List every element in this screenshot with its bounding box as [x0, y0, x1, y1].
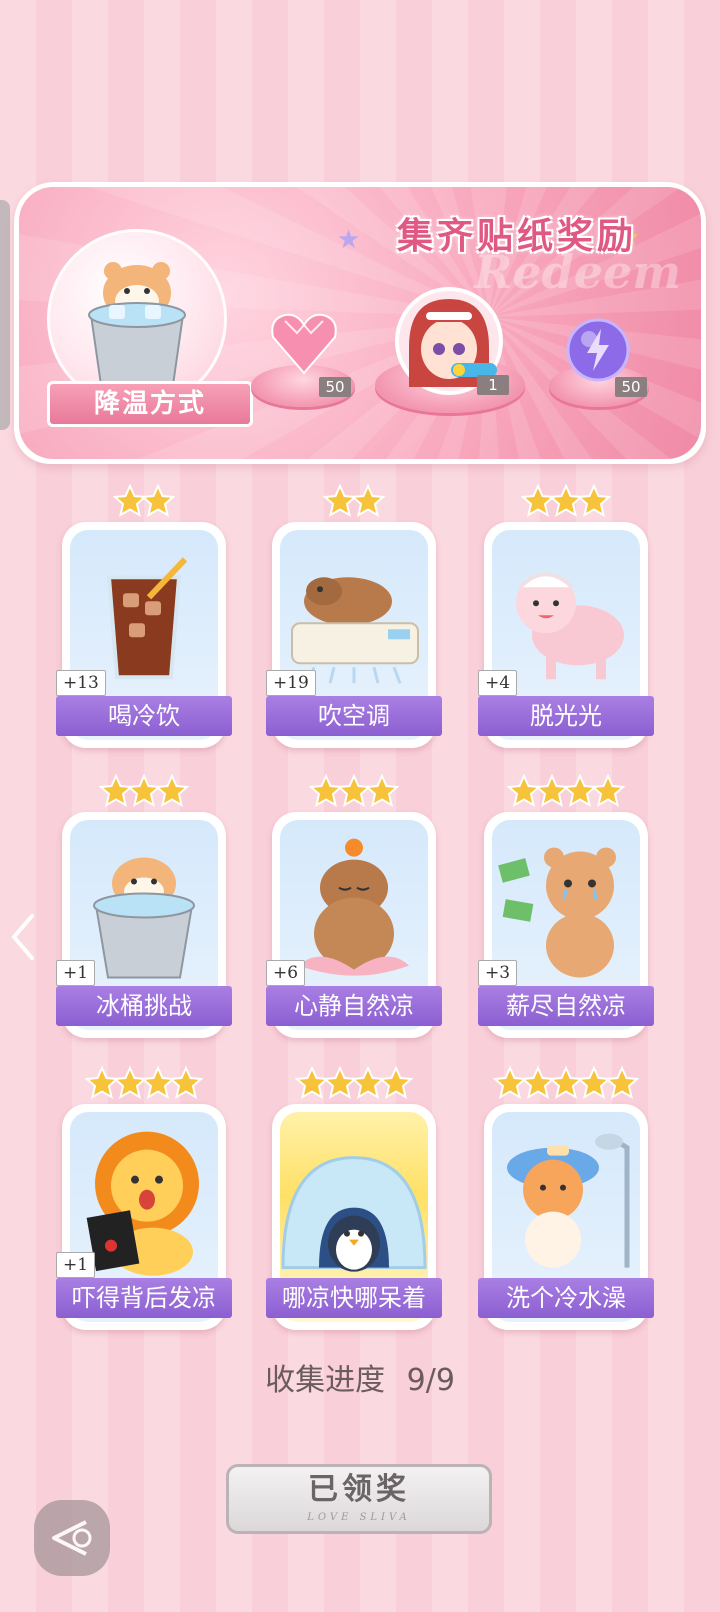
- progress-value: 9/9: [406, 1363, 455, 1398]
- sticker-label: 吓得背后发凉: [56, 1278, 232, 1318]
- back-arrow-icon: [52, 1520, 92, 1556]
- sticker-count-badge: +1: [56, 1252, 96, 1278]
- sticker-count-badge: +13: [56, 670, 106, 696]
- progress-label: 收集进度: [265, 1363, 386, 1398]
- claimed-button[interactable]: 已领奖 LOVE SLIVA: [226, 1464, 492, 1534]
- back-button[interactable]: [34, 1500, 110, 1576]
- meditating-capybara-icon: [289, 836, 419, 990]
- star-icon: [591, 774, 625, 808]
- reward-count: 50: [615, 377, 647, 397]
- sticker-card[interactable]: +4 脱光光: [478, 484, 654, 748]
- star-rating: [62, 484, 226, 520]
- sticker-count-badge: +6: [266, 960, 306, 986]
- cooling-methods-ribbon: 降温方式: [47, 381, 253, 427]
- claimed-button-sublabel: LOVE SLIVA: [307, 1512, 411, 1523]
- sticker-count-badge: +4: [478, 670, 518, 696]
- star-icon: [169, 1066, 203, 1100]
- star-icon: [351, 484, 385, 518]
- star-rating: [272, 484, 436, 520]
- star-icon: [379, 1066, 413, 1100]
- reward-count: 1: [477, 375, 509, 395]
- star-icon: [577, 484, 611, 518]
- purple-lightning-orb-icon: [566, 318, 630, 382]
- sticker-count-badge: +1: [56, 960, 96, 986]
- sticker-label: 心静自然凉: [266, 986, 442, 1026]
- sticker-card[interactable]: +1 吓得背后发凉: [56, 1066, 232, 1330]
- sticker-card[interactable]: +3 薪尽自然凉: [478, 774, 654, 1038]
- sticker-reward-banner: Redeem ★ ★ 集齐贴纸奖励 降温方式 50 1 50: [14, 182, 706, 464]
- claimed-button-label: 已领奖: [308, 1472, 410, 1507]
- sticker-count-badge: +3: [478, 960, 518, 986]
- star-icon: [141, 484, 175, 518]
- reward-count: 50: [319, 377, 351, 397]
- sticker-card[interactable]: +6 心静自然凉: [266, 774, 442, 1038]
- sticker-card[interactable]: +13 喝冷饮: [56, 484, 232, 748]
- star-icon: [605, 1066, 639, 1100]
- star-rating: [62, 1066, 226, 1102]
- star-rating: [484, 1066, 648, 1102]
- sticker-label: 哪凉快哪呆着: [266, 1278, 442, 1318]
- star-rating: [484, 484, 648, 520]
- collection-progress: 收集进度 9/9: [0, 1355, 720, 1399]
- banner-title: 集齐贴纸奖励: [397, 216, 638, 257]
- sticker-label: 脱光光: [478, 696, 654, 736]
- sticker-label: 冰桶挑战: [56, 986, 232, 1026]
- sticker-card[interactable]: 洗个冷水澡: [478, 1066, 654, 1330]
- sticker-label: 薪尽自然凉: [478, 986, 654, 1026]
- pink-heart-gem-icon: [271, 313, 337, 375]
- sticker-label: 吹空调: [266, 696, 442, 736]
- star-rating: [272, 774, 436, 810]
- star-decoration-icon: ★: [337, 225, 361, 255]
- sticker-card[interactable]: 哪凉快哪呆着: [266, 1066, 442, 1330]
- hamster-ice-bucket-icon: [88, 262, 186, 386]
- sticker-card[interactable]: +19 吹空调: [266, 484, 442, 748]
- star-rating: [272, 1066, 436, 1102]
- sticker-label: 喝冷饮: [56, 696, 232, 736]
- cat-shower-icon: [492, 1128, 640, 1282]
- side-edge-tab[interactable]: [0, 200, 10, 430]
- previous-page-arrow-icon[interactable]: [8, 912, 38, 962]
- star-icon: [365, 774, 399, 808]
- sticker-count-badge: +19: [266, 670, 316, 696]
- star-rating: [484, 774, 648, 810]
- sticker-card[interactable]: +1 冰桶挑战: [56, 774, 232, 1038]
- penguin-igloo-icon: [280, 1128, 428, 1282]
- star-icon: [155, 774, 189, 808]
- sticker-label: 洗个冷水澡: [478, 1278, 654, 1318]
- star-rating: [62, 774, 226, 810]
